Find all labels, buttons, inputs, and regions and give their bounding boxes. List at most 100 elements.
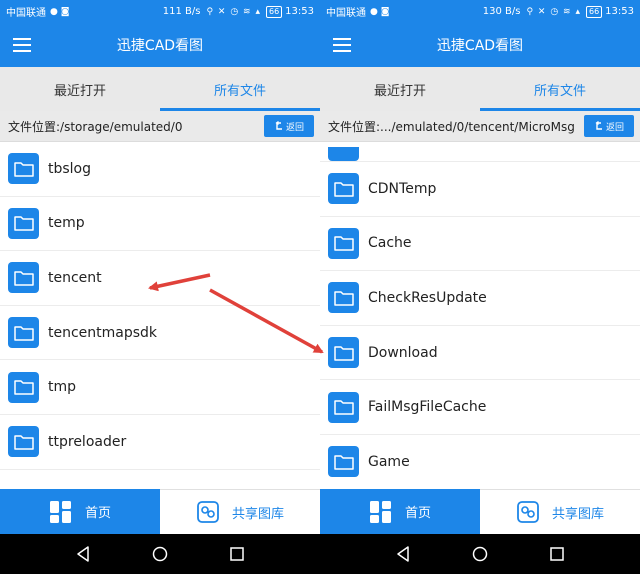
back-button-label: 返回 [285,122,304,133]
list-item[interactable]: Download [320,326,640,381]
nav-recents-icon[interactable] [545,542,569,566]
file-name: CDNTemp [368,180,437,197]
list-item[interactable]: CheckResUpdate [320,271,640,326]
file-name: tencent [48,269,102,286]
tab-all-files[interactable]: 所有文件 [480,67,640,111]
nav-home-label: 首页 [84,506,111,521]
file-name: Cache [368,235,412,252]
nav-home-label: 首页 [404,506,431,521]
bottom-nav: 首页 共享图库 [320,489,640,534]
folder-icon [328,337,359,369]
nav-shared-button[interactable]: 共享图库 [160,489,320,534]
phone-screen-right: 中国联通 ● ◙ 130 B/s ⚲ ✕ ◷ ≋ ▴ 66 13:53 迅捷CA… [320,0,640,574]
nav-home-icon[interactable] [148,542,172,566]
network-speed: 111 B/s [162,6,201,17]
clock: 13:53 [605,6,634,17]
file-name: ttpreloader [48,433,127,450]
status-bar: 中国联通 ● ◙ 130 B/s ⚲ ✕ ◷ ≋ ▴ 66 13:53 [320,0,640,23]
bottom-nav: 首页 共享图库 [0,489,320,534]
battery-level: 66 [585,5,603,18]
folder-icon [328,391,359,423]
network-speed: 130 B/s [482,6,521,17]
tab-recent[interactable]: 最近打开 [0,67,160,111]
app-title: 迅捷CAD看图 [116,38,204,54]
shared-gallery-icon [197,501,219,523]
list-item[interactable]: tbslog [0,142,320,197]
list-item[interactable]: tencent [0,251,320,306]
nav-home-button[interactable]: 首页 [320,489,480,534]
phone-screen-left: 中国联通 ● ◙ 111 B/s ⚲ ✕ ◷ ≋ ▴ 66 13:53 迅捷CA… [0,0,320,574]
file-list: tbslog temp tencent tencentmapsdk tmp tt… [0,142,320,489]
folder-icon [328,282,359,314]
folder-icon [8,317,39,349]
status-bar: 中国联通 ● ◙ 111 B/s ⚲ ✕ ◷ ≋ ▴ 66 13:53 [0,0,320,23]
path-bar: 文件位置:.../emulated/0/tencent/MicroMsg 返回 [320,111,640,142]
home-grid-icon [369,500,391,523]
nav-home-icon[interactable] [468,542,492,566]
menu-button[interactable] [0,23,44,67]
folder-icon [328,227,359,259]
tab-all-files[interactable]: 所有文件 [160,67,320,111]
back-button[interactable]: 返回 [264,115,314,137]
folder-icon [8,153,39,185]
home-grid-icon [49,500,71,523]
list-item[interactable]: Game [320,435,640,489]
back-button[interactable]: 返回 [584,115,634,137]
shared-gallery-icon [517,501,539,523]
folder-icon [8,426,39,458]
folder-icon [8,262,39,294]
system-nav-bar [320,534,640,574]
back-arrow-icon [595,121,602,130]
status-icons: ⚲ ✕ ◷ ≋ ▴ [526,6,581,17]
list-item[interactable]: FailMsgFileCache [320,380,640,435]
app-title: 迅捷CAD看图 [436,38,524,54]
tab-bar: 最近打开 所有文件 [320,67,640,111]
back-button-label: 返回 [605,122,624,133]
nav-back-icon[interactable] [71,542,95,566]
file-name: FailMsgFileCache [368,399,487,416]
nav-shared-label: 共享图库 [231,506,284,522]
nav-shared-label: 共享图库 [551,506,604,522]
file-name: Download [368,344,438,361]
carrier-label: 中国联通 [6,8,46,19]
tab-recent[interactable]: 最近打开 [320,67,480,111]
notification-icons: ● ◙ [370,6,390,17]
folder-icon [328,173,359,205]
menu-button[interactable] [320,23,364,67]
nav-shared-button[interactable]: 共享图库 [480,489,640,534]
folder-icon [328,147,359,161]
current-path: 文件位置:.../emulated/0/tencent/MicroMsg [328,119,575,134]
folder-icon [8,207,39,239]
tab-bar: 最近打开 所有文件 [0,67,320,111]
file-name: Game [368,453,410,470]
nav-home-button[interactable]: 首页 [0,489,160,534]
folder-icon [328,446,359,478]
list-item-partial[interactable] [320,142,640,162]
carrier-label: 中国联通 [326,8,366,19]
back-arrow-icon [275,121,282,130]
path-bar: 文件位置:/storage/emulated/0 返回 [0,111,320,142]
notification-icons: ● ◙ [50,6,70,17]
list-item[interactable]: tmp [0,360,320,415]
app-bar: 迅捷CAD看图 [0,23,320,67]
menu-icon [13,38,31,52]
list-item[interactable]: ttpreloader [0,415,320,470]
system-nav-bar [0,534,320,574]
list-item[interactable]: CDNTemp [320,162,640,217]
file-name: tencentmapsdk [48,324,158,341]
status-icons: ⚲ ✕ ◷ ≋ ▴ [206,6,261,17]
nav-recents-icon[interactable] [225,542,249,566]
app-bar: 迅捷CAD看图 [320,23,640,67]
file-name: tbslog [48,160,92,177]
nav-back-icon[interactable] [391,542,415,566]
list-item[interactable]: tencentmapsdk [0,306,320,361]
menu-icon [333,38,351,52]
folder-icon [8,371,39,403]
list-item[interactable]: temp [0,197,320,252]
file-name: CheckResUpdate [368,289,487,306]
file-name: tmp [48,379,77,396]
list-item[interactable]: Cache [320,217,640,272]
clock: 13:53 [285,6,314,17]
comparison-stage: 中国联通 ● ◙ 111 B/s ⚲ ✕ ◷ ≋ ▴ 66 13:53 迅捷CA… [0,0,640,574]
current-path: 文件位置:/storage/emulated/0 [8,119,183,134]
